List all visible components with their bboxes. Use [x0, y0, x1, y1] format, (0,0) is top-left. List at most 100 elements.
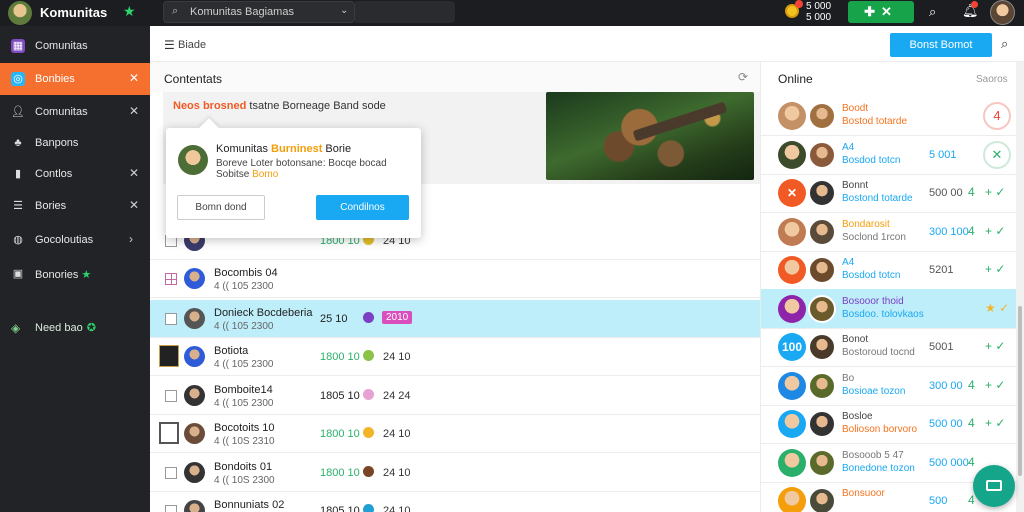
- sidebar-item-gocoloutias[interactable]: ◍ Gocoloutias ›: [0, 224, 150, 256]
- banner-image[interactable]: [546, 92, 754, 180]
- list-item[interactable]: Botiota 4 (( 105 2300 1800 10 24 10: [150, 338, 760, 376]
- avatar[interactable]: [778, 256, 806, 284]
- top-bar: Komunitas ★ ⌕ Komunitas Bagiamas ⌄ 5 000…: [0, 0, 1024, 26]
- list-item[interactable]: Bondoits 01 4 (( 10S 2300 1800 10 24 10: [150, 454, 760, 492]
- search-icon[interactable]: ⌕: [929, 4, 936, 20]
- row-name[interactable]: Bocotoits 10: [214, 422, 275, 434]
- close-icon[interactable]: ✕: [129, 104, 139, 118]
- primary-action-button[interactable]: Bonst Bomot: [890, 33, 992, 57]
- popup-secondary-button[interactable]: Bomn dond: [177, 195, 265, 220]
- add-accept-icon[interactable]: + ✓: [985, 185, 1005, 199]
- row-checkbox[interactable]: [159, 422, 179, 444]
- avatar[interactable]: [778, 102, 806, 130]
- avatar[interactable]: [808, 410, 836, 438]
- popup-primary-button[interactable]: Condilnos: [316, 195, 409, 220]
- avatar[interactable]: 100: [778, 333, 806, 361]
- avatar[interactable]: [808, 140, 836, 169]
- banner-body: tsatne Borneage Band sode: [246, 100, 386, 112]
- online-sort-label[interactable]: Saoros: [976, 74, 1008, 85]
- avatar[interactable]: [778, 448, 806, 477]
- sidebar: ▦ Comunitas ◎ Bonbies ✕ 👤︎ Comunitas ✕ ♣…: [0, 26, 150, 512]
- avatar[interactable]: [184, 423, 205, 444]
- online-row[interactable]: Bosooor thoid Bosdoo. tolovkaos ★ ✓: [761, 288, 1019, 329]
- avatar[interactable]: [778, 371, 806, 400]
- online-row[interactable]: Boodt Bostod totarde 4: [761, 96, 1019, 136]
- refresh-icon[interactable]: ⟳: [738, 70, 748, 84]
- row-checkbox[interactable]: [165, 273, 177, 285]
- avatar[interactable]: [808, 217, 836, 246]
- row-name[interactable]: Bocombis 04: [214, 267, 278, 279]
- sidebar-item-bonbies[interactable]: ◎ Bonbies ✕: [0, 63, 150, 95]
- sidebar-item-banpons[interactable]: ♣ Banpons: [0, 127, 150, 159]
- sidebar-footer[interactable]: ◈ Need bao ✪: [0, 312, 150, 342]
- action-button[interactable]: 4: [983, 102, 1011, 130]
- avatar[interactable]: [184, 462, 205, 483]
- search-icon[interactable]: ⌕: [1001, 36, 1008, 52]
- add-accept-icon[interactable]: + ✓: [985, 378, 1005, 392]
- add-accept-icon[interactable]: + ✓: [985, 339, 1005, 353]
- row-checkbox[interactable]: [165, 313, 177, 325]
- row-name[interactable]: Botiota: [214, 345, 248, 357]
- avatar[interactable]: [778, 487, 806, 512]
- action-button[interactable]: ✕: [983, 140, 1011, 169]
- list-item[interactable]: Bonnuniats 024 (( 105 23001805 1024 10: [150, 492, 760, 512]
- online-row[interactable]: ✕ Bonnt Bostond totarde 500 00 4 + ✓: [761, 173, 1019, 213]
- list-item[interactable]: Bomboite14 4 (( 105 2300 1805 10 24 24: [150, 377, 760, 415]
- avatar[interactable]: [778, 217, 806, 246]
- online-row[interactable]: Bosloe Bolioson borvoro 500 00 4 + ✓: [761, 404, 1019, 444]
- row-name[interactable]: Donieck Bocdeberia: [214, 307, 312, 319]
- row-name[interactable]: Bondoits 01: [214, 461, 272, 473]
- avatar[interactable]: ✕: [778, 179, 806, 207]
- add-accept-icon[interactable]: ★ ✓: [985, 301, 1009, 315]
- avatar[interactable]: [808, 487, 836, 512]
- chat-fab-button[interactable]: [973, 465, 1015, 507]
- row-checkbox[interactable]: [165, 467, 177, 479]
- sidebar-item-bories[interactable]: ☰ Bories ✕: [0, 190, 150, 222]
- brand-avatar[interactable]: [8, 1, 32, 25]
- avatar[interactable]: [184, 346, 205, 367]
- list-item[interactable]: Bocombis 04 4 (( 105 2300: [150, 260, 760, 298]
- online-row[interactable]: 100 Bonot Bostoroud tocnd 5001 + ✓: [761, 327, 1019, 367]
- row-checkbox[interactable]: [165, 390, 177, 402]
- avatar[interactable]: [808, 256, 836, 284]
- avatar[interactable]: [184, 308, 205, 329]
- online-row[interactable]: Bo Bosioae tozon 300 00 4 + ✓: [761, 366, 1019, 406]
- avatar[interactable]: [778, 140, 806, 169]
- scrollbar-thumb[interactable]: [1018, 306, 1022, 476]
- add-accept-icon[interactable]: + ✓: [985, 262, 1005, 276]
- avatar[interactable]: [778, 410, 806, 438]
- menu-icon[interactable]: ☰: [164, 38, 175, 52]
- avatar[interactable]: [184, 500, 205, 512]
- list-item[interactable]: Bocotoits 10 4 (( 10S 2310 1800 10 24 10: [150, 415, 760, 453]
- online-row[interactable]: Bondarosit Soclond 1rcon 300 100 4 + ✓: [761, 212, 1019, 252]
- row-name[interactable]: Bonnuniats 02: [214, 499, 284, 511]
- close-icon[interactable]: ✕: [129, 198, 139, 212]
- avatar[interactable]: [184, 385, 205, 406]
- close-icon[interactable]: ✕: [129, 166, 139, 180]
- chevron-down-icon[interactable]: ⌄: [340, 5, 348, 16]
- online-row[interactable]: A4 Bosdod totcn 5201 + ✓: [761, 250, 1019, 290]
- avatar[interactable]: [808, 294, 836, 323]
- avatar[interactable]: [808, 179, 836, 207]
- add-accept-icon[interactable]: + ✓: [985, 416, 1005, 430]
- row-checkbox[interactable]: [159, 345, 179, 367]
- sidebar-item-comunitas-2[interactable]: 👤︎ Comunitas ✕: [0, 96, 150, 128]
- sidebar-item-comunitas[interactable]: ▦ Comunitas: [0, 30, 150, 62]
- row-name[interactable]: Bomboite14: [214, 384, 273, 396]
- sidebar-item-contlos[interactable]: ▮ Contlos ✕: [0, 158, 150, 190]
- avatar[interactable]: [778, 294, 806, 323]
- close-icon[interactable]: ✕: [129, 71, 139, 85]
- avatar[interactable]: [184, 268, 205, 289]
- list-item[interactable]: Donieck Bocdeberia 4 (( 105 2300 25 10 2010: [150, 300, 760, 338]
- chevron-right-icon[interactable]: ›: [129, 232, 133, 246]
- avatar[interactable]: [808, 333, 836, 361]
- row-checkbox[interactable]: [165, 505, 177, 512]
- sidebar-item-bonories[interactable]: ▣ Bonories ★: [0, 258, 150, 290]
- avatar[interactable]: [808, 371, 836, 400]
- add-accept-icon[interactable]: + ✓: [985, 224, 1005, 238]
- online-row[interactable]: A4 Bosdod totcn 5 001 ✕: [761, 135, 1019, 175]
- avatar[interactable]: [808, 448, 836, 477]
- avatar[interactable]: [808, 102, 836, 130]
- gamepad-button[interactable]: ✚✕: [848, 1, 914, 23]
- user-avatar[interactable]: [990, 0, 1015, 25]
